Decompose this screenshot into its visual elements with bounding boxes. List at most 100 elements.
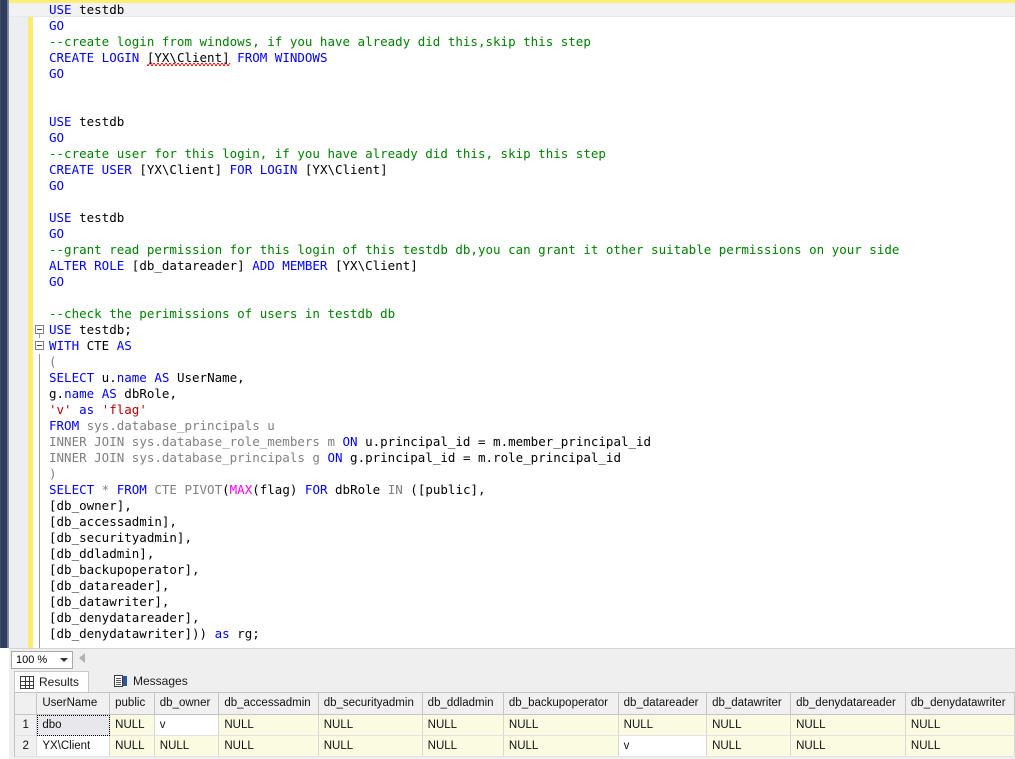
results-grid[interactable]: UserName public db_owner db_accessadmin db_s… [14, 692, 1015, 757]
code-line[interactable]: ALTER ROLE [db_datareader] ADD MEMBER [Y… [49, 258, 418, 274]
code-token: GO [49, 66, 65, 81]
row-number-cell[interactable]: 1 [15, 714, 38, 736]
table-cell[interactable]: NULL [790, 714, 906, 736]
code-line[interactable]: GO [49, 66, 64, 82]
code-line[interactable]: CREATE LOGIN [YX\Client] FROM WINDOWS [49, 50, 327, 66]
code-line[interactable]: --create user for this login, if you hav… [49, 146, 606, 162]
code-token: FROM WINDOWS [237, 50, 328, 65]
table-cell[interactable]: v [618, 735, 708, 757]
code-token: USE [49, 322, 72, 337]
code-line[interactable]: GO [49, 178, 64, 194]
table-cell[interactable]: NULL [218, 735, 319, 757]
code-token: CREATE USER [49, 162, 132, 177]
left-dock-strip-inner [1, 0, 7, 648]
fold-collapse-icon[interactable] [35, 325, 44, 334]
zoom-level-combobox[interactable]: 100 % [11, 651, 73, 669]
table-cell[interactable]: NULL [422, 714, 504, 736]
code-line[interactable]: [db_backupoperator], [49, 562, 200, 578]
code-line[interactable]: SELECT u.name AS UserName, [49, 370, 245, 386]
code-line[interactable]: [db_datawriter], [49, 594, 169, 610]
code-line[interactable]: [db_denydatareader], [49, 610, 200, 626]
column-header[interactable]: public [109, 693, 155, 715]
code-line[interactable]: ( [49, 354, 57, 370]
table-cell[interactable]: NULL [218, 714, 319, 736]
code-token: USE [49, 2, 72, 17]
column-header[interactable]: db_denydatareader [790, 693, 906, 715]
table-row[interactable]: 2 YX\Client NULL NULL NULL NULL NULL NULL v NULL N… [15, 735, 1015, 757]
code-line[interactable]: WITH CTE AS [49, 338, 132, 354]
column-header[interactable]: UserName [36, 693, 111, 715]
column-header[interactable]: db_ddladmin [422, 693, 504, 715]
table-cell[interactable]: NULL [503, 714, 619, 736]
code-line[interactable]: USE testdb [49, 210, 124, 226]
code-line[interactable]: INNER JOIN sys.database_role_members m O… [49, 434, 651, 450]
table-cell[interactable]: NULL [318, 735, 423, 757]
code-token: u.principal_id = m.member_principal_id [357, 434, 652, 449]
code-line[interactable]: GO [49, 130, 64, 146]
table-row[interactable]: 1 dbo NULL v NULL NULL NULL NULL NULL NULL NULL NUL… [15, 714, 1015, 736]
tab-results[interactable]: Results [14, 671, 90, 692]
code-line[interactable]: g.name AS dbRole, [49, 386, 177, 402]
table-cell[interactable]: NULL [422, 735, 504, 757]
code-token: as [79, 402, 95, 417]
table-cell[interactable]: NULL [618, 714, 708, 736]
table-cell[interactable]: NULL [109, 735, 155, 757]
tab-messages[interactable]: Messages [109, 671, 197, 692]
row-number-header[interactable] [15, 693, 38, 715]
code-token: AS [154, 370, 170, 385]
chevron-down-icon[interactable] [60, 658, 68, 662]
column-header[interactable]: db_securityadmin [318, 693, 423, 715]
code-line[interactable]: --grant read permission for this login o… [49, 242, 899, 258]
code-line[interactable]: GO [49, 18, 64, 34]
editor-fold-gutter[interactable] [33, 0, 49, 648]
code-token: 'v' [49, 402, 72, 417]
code-line[interactable]: [db_securityadmin], [49, 530, 192, 546]
code-line[interactable]: [db_accessadmin], [49, 514, 177, 530]
code-line[interactable]: [db_ddladmin], [49, 546, 154, 562]
table-cell[interactable]: NULL [154, 735, 220, 757]
table-cell[interactable]: v [154, 714, 220, 736]
code-line[interactable]: INNER JOIN sys.database_principals g ON … [49, 450, 621, 466]
code-line[interactable]: USE testdb [49, 114, 124, 130]
code-line[interactable]: GO [49, 274, 64, 290]
code-line[interactable]: USE testdb; [49, 322, 132, 338]
editor-code-surface[interactable]: USE testdb GO --create login from windows,… [9, 0, 1015, 648]
table-cell[interactable]: NULL [905, 735, 1015, 757]
code-line[interactable]: USE testdb [49, 2, 124, 18]
column-header[interactable]: db_backupoperator [503, 693, 619, 715]
table-cell[interactable]: NULL [318, 714, 423, 736]
table-cell[interactable]: NULL [109, 714, 155, 736]
table-cell[interactable]: NULL [503, 735, 619, 757]
code-line[interactable]: [db_datareader], [49, 578, 169, 594]
row-number-cell[interactable]: 2 [15, 735, 38, 757]
code-token: [YX\Client] [146, 50, 230, 68]
fold-collapse-icon[interactable] [35, 341, 44, 350]
code-line[interactable]: FROM sys.database_principals u [49, 418, 275, 434]
code-line[interactable]: [db_denydatawriter])) as rg; [49, 626, 260, 642]
column-header[interactable]: db_datareader [618, 693, 708, 715]
code-line[interactable]: SELECT * FROM CTE PIVOT(MAX(flag) FOR db… [49, 482, 486, 498]
table-cell[interactable]: NULL [706, 714, 792, 736]
code-token: u. [94, 370, 117, 385]
sql-query-editor[interactable]: USE testdb GO --create login from windows,… [9, 0, 1015, 648]
code-line[interactable]: [db_owner], [49, 498, 132, 514]
table-cell[interactable]: YX\Client [36, 735, 111, 757]
code-token: [db_denydatawriter])) [49, 626, 215, 641]
table-cell[interactable]: dbo [36, 714, 111, 736]
table-cell[interactable]: NULL [790, 735, 906, 757]
code-line[interactable]: --check the perimissions of users in tes… [49, 306, 395, 322]
horizontal-scroll-left-arrow-icon[interactable] [79, 653, 85, 663]
code-line[interactable]: CREATE USER [YX\Client] FOR LOGIN [YX\Cl… [49, 162, 388, 178]
code-line[interactable]: ) [49, 466, 57, 482]
column-header[interactable]: db_datawriter [706, 693, 792, 715]
code-line[interactable]: GO [49, 226, 64, 242]
column-header[interactable]: db_accessadmin [218, 693, 319, 715]
code-token: ALTER ROLE [49, 258, 125, 273]
column-header[interactable]: db_owner [154, 693, 220, 715]
code-token: WITH [49, 338, 80, 353]
table-cell[interactable]: NULL [905, 714, 1015, 736]
code-line[interactable]: 'v' as 'flag' [49, 402, 147, 418]
table-cell[interactable]: NULL [706, 735, 792, 757]
code-line[interactable]: --create login from windows, if you have… [49, 34, 591, 50]
column-header[interactable]: db_denydatawriter [905, 693, 1015, 715]
